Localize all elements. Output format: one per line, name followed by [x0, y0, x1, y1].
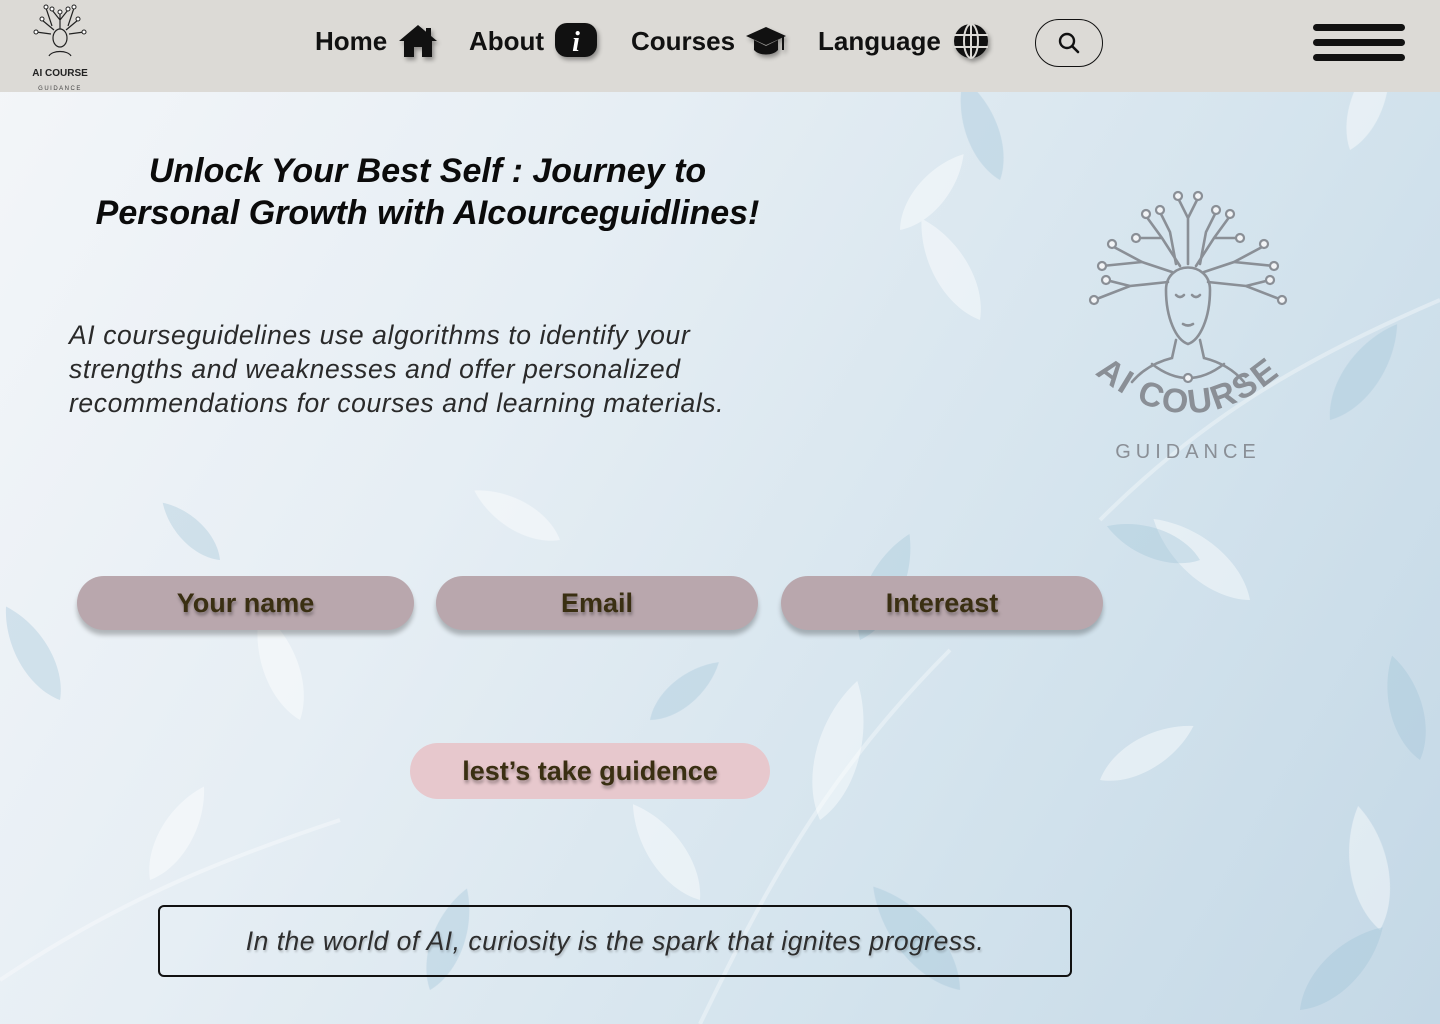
headline-line-1: Unlock Your Best Self : Journey to	[148, 152, 707, 190]
nav-language-label: Language	[818, 25, 941, 56]
email-field[interactable]	[436, 576, 758, 630]
brand-logo-line2: GUIDANCE	[38, 86, 82, 92]
interest-field[interactable]	[781, 576, 1103, 630]
brand-logo[interactable]: AI COURSE GUIDANCE	[18, 0, 102, 92]
hero-description: AI courseguidelines use algorithms to id…	[69, 320, 725, 418]
headline-line-2: Personal Growth with AIcourceguidlines!	[95, 194, 760, 232]
top-navbar: AI COURSE GUIDANCE Home About i Courses …	[0, 0, 1440, 92]
nav-about[interactable]: About i	[469, 18, 598, 64]
brand-logo-line1: AI COURSE	[32, 68, 88, 79]
search-icon	[1058, 32, 1080, 54]
quote-box: In the world of AI, curiosity is the spa…	[158, 905, 1072, 977]
info-icon: i	[555, 23, 598, 58]
hero-logo-line2: GUIDANCE	[1115, 441, 1261, 463]
hero-logo: AI COURSE GUIDANCE	[1088, 190, 1288, 463]
name-field[interactable]	[77, 576, 414, 630]
nav-language[interactable]: Language	[818, 18, 991, 64]
graduation-cap-icon	[746, 27, 787, 55]
nav-about-label: About	[469, 25, 545, 56]
search-button[interactable]	[1035, 19, 1103, 67]
nav-courses-label: Courses	[631, 25, 736, 56]
nav-home-label: Home	[315, 25, 388, 56]
quote-text: In the world of AI, curiosity is the spa…	[245, 925, 985, 956]
nav-home[interactable]: Home	[315, 18, 439, 64]
globe-icon	[953, 23, 988, 59]
main-content: Unlock Your Best Self : Journey to Perso…	[0, 0, 1440, 1024]
page-headline: Unlock Your Best Self : Journey to Perso…	[60, 150, 795, 234]
home-icon	[399, 25, 438, 57]
hero-logo-line1: AI COURSE	[1090, 350, 1287, 422]
submit-guidance-button[interactable]: lest’s take guidence	[410, 743, 770, 799]
svg-text:i: i	[572, 27, 580, 58]
hamburger-menu-icon[interactable]	[1313, 22, 1405, 64]
nav-courses[interactable]: Courses	[631, 18, 787, 64]
